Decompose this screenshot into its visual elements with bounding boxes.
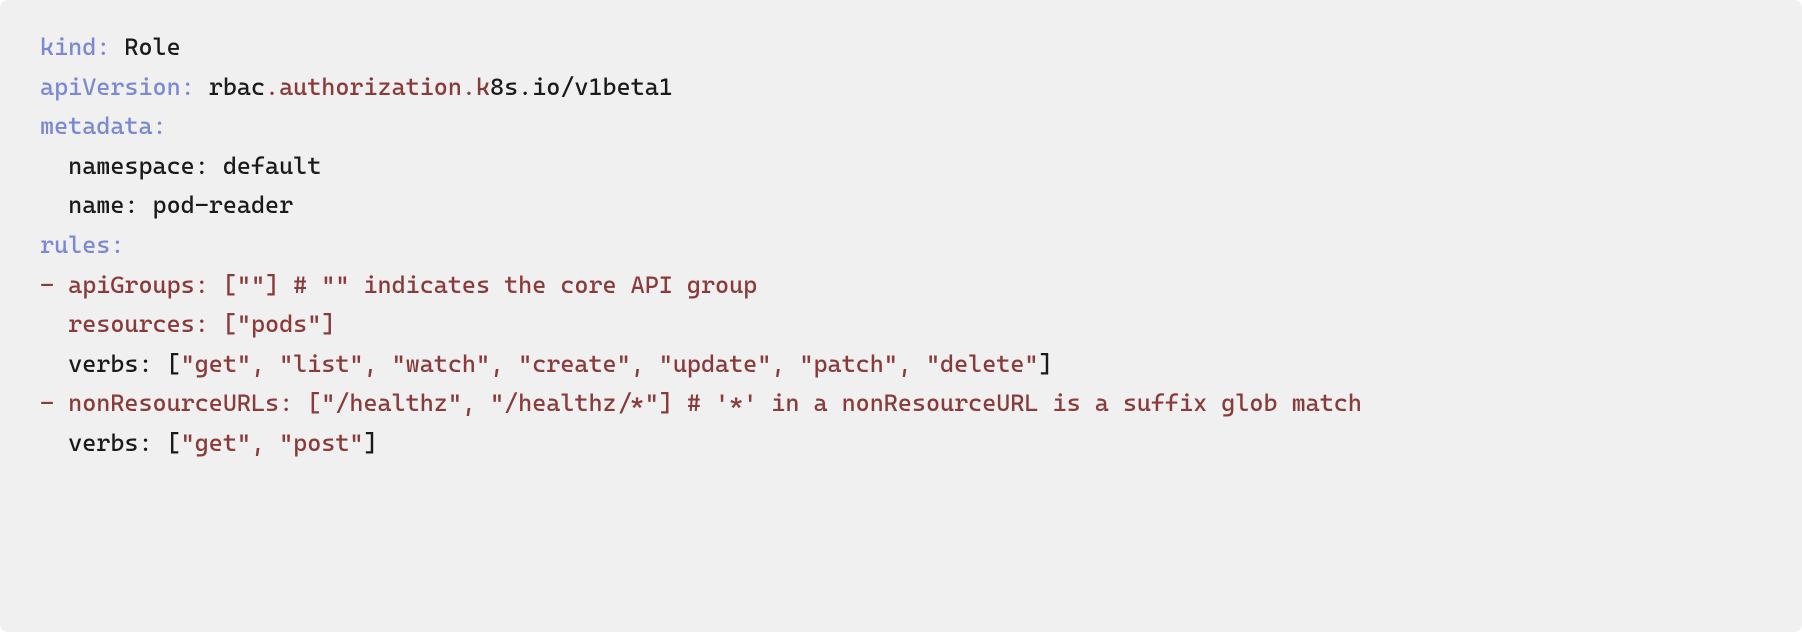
yaml-verbs-suffix: ] [363, 429, 377, 457]
code-block: kind: Role apiVersion: rbac.authorizatio… [0, 0, 1802, 632]
yaml-key-metadata: metadata: [40, 112, 167, 140]
yaml-dash: - [40, 271, 54, 299]
yaml-line-apigroups: apiGroups: [""] # "" indicates the core … [54, 271, 757, 299]
yaml-key-kind: kind: [40, 33, 110, 61]
code-content: kind: Role apiVersion: rbac.authorizatio… [40, 28, 1762, 464]
yaml-dash: - [40, 389, 54, 417]
yaml-text: authorization [279, 73, 462, 101]
yaml-dot: . [462, 73, 476, 101]
yaml-text: 8s.io/v1beta1 [490, 73, 673, 101]
yaml-line-resources: resources: ["pods"] [40, 310, 335, 338]
yaml-line-nonresourceurls: nonResourceURLs: ["/healthz", "/healthz/… [54, 389, 1362, 417]
yaml-verbs-values: "get", "post" [181, 429, 364, 457]
yaml-key-apiversion: apiVersion: [40, 73, 195, 101]
yaml-dot: . [265, 73, 279, 101]
yaml-verbs-prefix: verbs: [ [40, 429, 181, 457]
yaml-line-name: name: pod-reader [40, 191, 293, 219]
yaml-verbs-values: "get", "list", "watch", "create", "updat… [181, 350, 1039, 378]
yaml-verbs-prefix: verbs: [ [40, 350, 181, 378]
yaml-value-kind: Role [110, 33, 180, 61]
yaml-verbs-suffix: ] [1038, 350, 1052, 378]
yaml-key-rules: rules: [40, 231, 124, 259]
yaml-text: k [476, 73, 490, 101]
yaml-text: rbac [195, 73, 265, 101]
yaml-line-namespace: namespace: default [40, 152, 321, 180]
